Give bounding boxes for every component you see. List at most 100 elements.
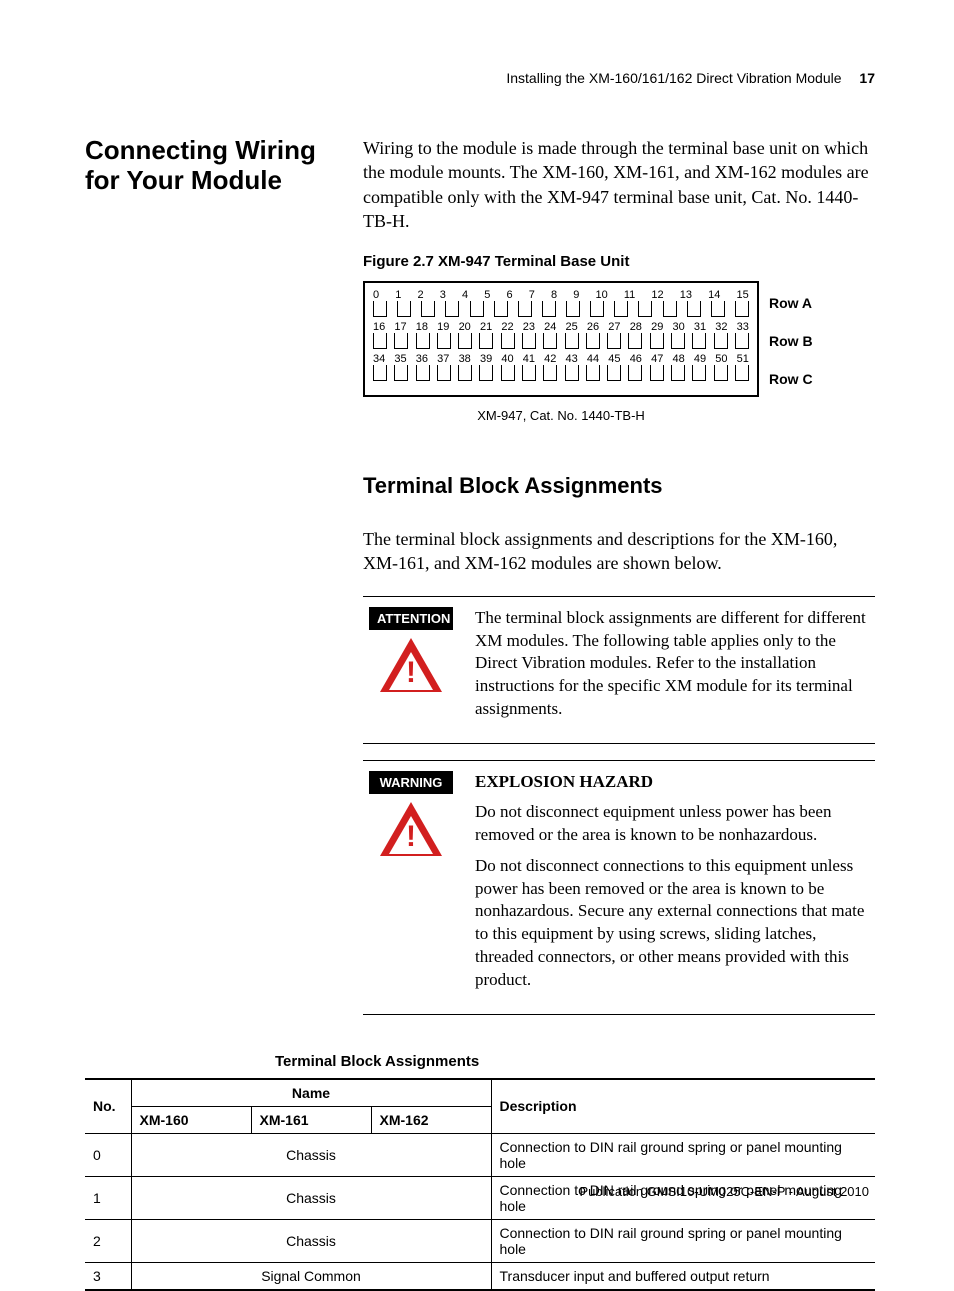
table-row: 0ChassisConnection to DIN rail ground sp…	[85, 1133, 875, 1176]
table-row: 3Signal CommonTransducer input and buffe…	[85, 1262, 875, 1290]
terminal-slot	[663, 301, 677, 317]
warning-callout: WARNING ! EXPLOSION HAZARD Do not discon…	[363, 760, 875, 1015]
terminal-slot	[735, 365, 749, 381]
terminal-slot	[650, 333, 664, 349]
terminal-slot	[714, 333, 728, 349]
terminal-number: 18	[416, 321, 428, 333]
terminal-slot	[458, 333, 472, 349]
terminal-number: 33	[737, 321, 749, 333]
terminal-number: 51	[737, 353, 749, 365]
terminal-number: 6	[507, 289, 513, 301]
terminal-number: 25	[566, 321, 578, 333]
terminal-slot	[518, 301, 532, 317]
terminal-slot	[421, 301, 435, 317]
terminal-slot	[628, 365, 642, 381]
terminal-number: 36	[416, 353, 428, 365]
terminal-number: 28	[630, 321, 642, 333]
table-title: Terminal Block Assignments	[275, 1053, 875, 1070]
terminal-number: 26	[587, 321, 599, 333]
th-no: No.	[85, 1079, 131, 1134]
th-xm161: XM-161	[251, 1106, 371, 1133]
terminal-slot	[479, 365, 493, 381]
terminal-number: 45	[608, 353, 620, 365]
terminal-slot	[566, 301, 580, 317]
terminal-number: 22	[501, 321, 513, 333]
terminal-number: 43	[566, 353, 578, 365]
figure-row-label-a: Row A	[769, 284, 813, 322]
terminal-number: 34	[373, 353, 385, 365]
terminal-number: 49	[694, 353, 706, 365]
terminal-slot	[437, 365, 451, 381]
attention-badge: ATTENTION	[369, 607, 453, 630]
terminal-slot	[586, 365, 600, 381]
terminal-slot	[543, 333, 557, 349]
terminal-number: 48	[672, 353, 684, 365]
terminal-number: 14	[708, 289, 720, 301]
terminal-number: 4	[462, 289, 468, 301]
terminal-number: 39	[480, 353, 492, 365]
terminal-number: 8	[551, 289, 557, 301]
publication-footer: Publication GMSI10-UM025C-EN-P - August …	[579, 1184, 869, 1199]
terminal-number: 41	[523, 353, 535, 365]
terminal-slot	[565, 365, 579, 381]
terminal-number: 31	[694, 321, 706, 333]
figure-row-label-b: Row B	[769, 322, 813, 360]
th-name-group: Name	[131, 1079, 491, 1107]
table-row: 2ChassisConnection to DIN rail ground sp…	[85, 1219, 875, 1262]
subsection-heading: Terminal Block Assignments	[363, 473, 875, 499]
cell-name: Chassis	[131, 1219, 491, 1262]
terminal-slot	[543, 365, 557, 381]
terminal-slot	[711, 301, 725, 317]
running-head-text: Installing the XM-160/161/162 Direct Vib…	[506, 70, 841, 86]
terminal-number: 7	[529, 289, 535, 301]
terminal-slot	[479, 333, 493, 349]
terminal-slot	[714, 365, 728, 381]
terminal-slot	[445, 301, 459, 317]
terminal-slot	[470, 301, 484, 317]
cell-desc: Transducer input and buffered output ret…	[491, 1262, 875, 1290]
terminal-slot	[735, 333, 749, 349]
terminal-number: 13	[680, 289, 692, 301]
terminal-number: 5	[484, 289, 490, 301]
terminal-number: 44	[587, 353, 599, 365]
warning-p2: Do not disconnect connections to this eq…	[475, 855, 875, 992]
terminal-slot	[458, 365, 472, 381]
warning-p1: Do not disconnect equipment unless power…	[475, 801, 875, 847]
terminal-slot	[373, 333, 387, 349]
terminal-number: 29	[651, 321, 663, 333]
terminal-slot	[607, 333, 621, 349]
figure-caption: Figure 2.7 XM-947 Terminal Base Unit	[363, 253, 875, 270]
terminal-number: 40	[501, 353, 513, 365]
terminal-slot	[373, 301, 387, 317]
terminal-number: 30	[672, 321, 684, 333]
cell-no: 1	[85, 1176, 131, 1219]
terminal-number: 35	[394, 353, 406, 365]
terminal-slot	[416, 333, 430, 349]
terminal-number: 0	[373, 289, 379, 301]
terminal-number: 12	[651, 289, 663, 301]
figure-sub-caption: XM-947, Cat. No. 1440-TB-H	[363, 408, 759, 423]
terminal-slot	[687, 301, 701, 317]
terminal-number: 2	[418, 289, 424, 301]
warning-triangle-icon: !	[380, 638, 442, 692]
terminal-slot	[394, 333, 408, 349]
terminal-number: 21	[480, 321, 492, 333]
figure-terminal-base: 0123456789101112131415 16171819202122232…	[363, 280, 875, 398]
subsection-intro: The terminal block assignments and descr…	[363, 527, 875, 576]
cell-desc: Connection to DIN rail ground spring or …	[491, 1133, 875, 1176]
terminal-number: 38	[459, 353, 471, 365]
terminal-slot	[671, 333, 685, 349]
terminal-number: 17	[394, 321, 406, 333]
terminal-slot	[494, 301, 508, 317]
terminal-number: 47	[651, 353, 663, 365]
attention-callout: ATTENTION ! The terminal block assignmen…	[363, 596, 875, 744]
cell-no: 0	[85, 1133, 131, 1176]
warning-badge: WARNING	[369, 771, 453, 794]
terminal-slot	[437, 333, 451, 349]
th-xm160: XM-160	[131, 1106, 251, 1133]
terminal-slot	[590, 301, 604, 317]
terminal-slot	[614, 301, 628, 317]
terminal-number: 10	[596, 289, 608, 301]
cell-no: 3	[85, 1262, 131, 1290]
warning-triangle-icon: !	[380, 802, 442, 856]
